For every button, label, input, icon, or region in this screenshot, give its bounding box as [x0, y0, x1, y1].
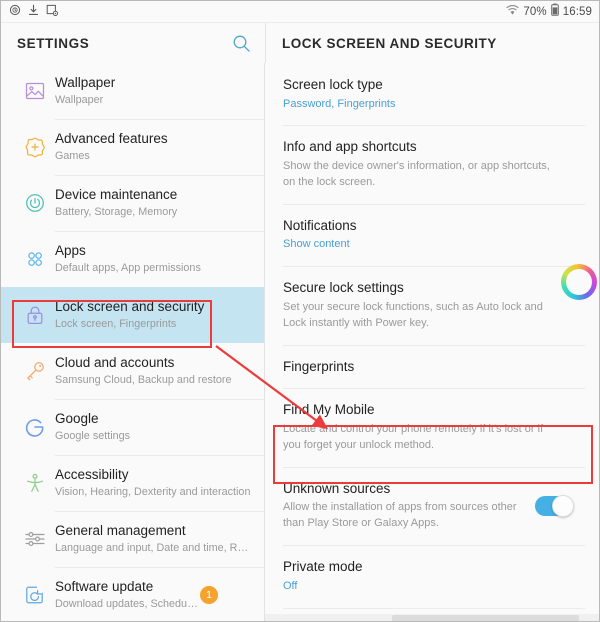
detail-item-sublabel: Locate and control your phone remotely i…	[283, 422, 544, 451]
update-count-badge: 1	[200, 586, 218, 604]
detail-item-sublabel: Allow the installation of apps from sour…	[283, 501, 517, 530]
sidebar-item-label: Google	[55, 410, 99, 426]
sidebar-item-sublabel: Language and input, Date and time, Res…	[55, 541, 254, 554]
detail-item-sublabel: Show content	[283, 238, 350, 251]
sidebar-item-apps[interactable]: Apps Default apps, App permissions	[1, 231, 264, 287]
status-bar: 70% 16:59	[1, 1, 599, 23]
sidebar-item-label: General management	[55, 522, 186, 538]
apps-grid-icon	[15, 246, 55, 272]
sidebar-item-sublabel: Google settings	[55, 429, 131, 442]
lock-icon	[15, 302, 55, 328]
sidebar-item-label: Wallpaper	[55, 74, 116, 90]
sidebar-item-label: Cloud and accounts	[55, 354, 175, 370]
tablet-settings-screen: 70% 16:59 SETTINGS LOCK SCREEN AND SECUR…	[0, 0, 600, 622]
detail-item-label: Unknown sources	[283, 480, 391, 496]
sidebar-item-sublabel: Games	[55, 149, 90, 162]
scrollbar-thumb[interactable]	[391, 615, 579, 621]
status-bar-left-icons	[9, 3, 58, 21]
sidebar-item-lock-screen-and-security[interactable]: Lock screen and security Lock screen, Fi…	[1, 287, 264, 343]
detail-header: LOCK SCREEN AND SECURITY	[265, 23, 599, 63]
clock-label: 16:59	[562, 5, 592, 18]
detail-item-label: Secure lock settings	[283, 280, 404, 296]
sidebar-item-software-update[interactable]: Software update Download updates, Schedu…	[1, 567, 264, 621]
detail-item-text: Unknown sources Allow the installation of…	[283, 480, 525, 532]
sidebar-item-text: General management Language and input, D…	[55, 523, 254, 555]
detail-item-unknown-sources[interactable]: Unknown sources Allow the installation of…	[265, 466, 599, 545]
detail-item-private-mode[interactable]: Private mode Off	[265, 545, 599, 607]
sidebar-item-sublabel: Battery, Storage, Memory	[55, 205, 178, 218]
detail-item-label: Private mode	[283, 559, 363, 575]
sidebar-item-advanced-features[interactable]: Advanced features Games	[1, 119, 264, 175]
download-icon	[28, 3, 39, 21]
lock-screen-security-list[interactable]: Screen lock type Password, Fingerprints In…	[265, 63, 599, 621]
software-update-icon	[15, 582, 55, 608]
sidebar-item-label: Accessibility	[55, 466, 129, 482]
sidebar-item-label: Apps	[55, 242, 86, 258]
content-body: Wallpaper Wallpaper Advanced features Ga…	[1, 63, 599, 621]
sidebar-item-text: Software update Download updates, Schedu…	[55, 579, 200, 611]
detail-item-find-my-mobile[interactable]: Find My Mobile Locate and control your ph…	[265, 388, 599, 466]
sidebar-item-text: Advanced features Games	[55, 131, 254, 163]
settings-header: SETTINGS	[1, 23, 265, 63]
sliders-icon	[15, 526, 55, 552]
detail-item-sublabel: Set your secure lock functions, such as …	[283, 300, 543, 329]
sidebar-item-wallpaper[interactable]: Wallpaper Wallpaper	[1, 63, 264, 119]
detail-item-sublabel: Off	[283, 579, 298, 592]
detail-item-sublabel: Show the device owner's information, or …	[283, 160, 550, 188]
wallpaper-icon	[15, 78, 55, 104]
detail-item-notifications[interactable]: Notifications Show content	[265, 203, 599, 266]
status-bar-right-indicators: 70% 16:59	[506, 3, 592, 21]
detail-item-label: Info and app shortcuts	[283, 139, 417, 155]
detail-item-label: Fingerprints	[283, 358, 355, 374]
horizontal-scrollbar[interactable]	[265, 614, 599, 621]
accessibility-icon	[15, 470, 55, 496]
sidebar-item-sublabel: Wallpaper	[55, 93, 104, 106]
detail-item-secure-lock-settings[interactable]: Secure lock settings Set your secure lock…	[265, 266, 599, 344]
sidebar-item-sublabel: Lock screen, Fingerprints	[55, 317, 177, 330]
sidebar-item-sublabel: Download updates, Scheduled	[55, 597, 200, 610]
sidebar-item-text: Apps Default apps, App permissions	[55, 243, 254, 275]
search-icon[interactable]	[232, 34, 251, 53]
sidebar-item-text: Google Google settings	[55, 411, 254, 443]
detail-item-label: Notifications	[283, 217, 357, 233]
sidebar-item-accessibility[interactable]: Accessibility Vision, Hearing, Dexterity…	[1, 455, 264, 511]
detail-item-info-and-app-shortcuts[interactable]: Info and app shortcuts Show the device ow…	[265, 125, 599, 203]
unknown-sources-toggle[interactable]	[535, 494, 574, 517]
detail-item-label: Find My Mobile	[283, 402, 375, 418]
sidebar-item-google[interactable]: Google Google settings	[1, 399, 264, 455]
key-icon	[15, 358, 55, 384]
sidebar-item-text: Device maintenance Battery, Storage, Mem…	[55, 187, 254, 219]
alarm-icon	[9, 3, 21, 21]
detail-item-fingerprints[interactable]: Fingerprints	[265, 344, 599, 389]
sidebar-item-text: Wallpaper Wallpaper	[55, 75, 254, 107]
settings-sidebar[interactable]: Wallpaper Wallpaper Advanced features Ga…	[1, 63, 265, 621]
sidebar-item-device-maintenance[interactable]: Device maintenance Battery, Storage, Mem…	[1, 175, 264, 231]
sidebar-item-label: Device maintenance	[55, 186, 178, 202]
flower-gear-icon	[15, 134, 55, 160]
battery-icon	[550, 3, 559, 21]
sidebar-item-sublabel: Vision, Hearing, Dexterity and interacti…	[55, 485, 251, 498]
detail-item-label: Screen lock type	[283, 77, 383, 92]
wifi-icon	[506, 3, 519, 21]
sidebar-item-label: Software update	[55, 578, 154, 594]
sidebar-item-cloud-and-accounts[interactable]: Cloud and accounts Samsung Cloud, Backup…	[1, 343, 264, 399]
sidebar-item-sublabel: Default apps, App permissions	[55, 261, 201, 274]
detail-item-sublabel: Password, Fingerprints	[283, 97, 396, 110]
sidebar-item-sublabel: Samsung Cloud, Backup and restore	[55, 373, 232, 386]
sidebar-item-text: Cloud and accounts Samsung Cloud, Backup…	[55, 355, 254, 387]
page-title: SETTINGS	[17, 35, 90, 51]
google-g-icon	[15, 414, 55, 440]
sidebar-item-text: Lock screen and security Lock screen, Fi…	[55, 299, 254, 331]
detail-item-screen-lock-type[interactable]: Screen lock type Password, Fingerprints	[265, 63, 599, 125]
battery-percent-label: 70%	[523, 5, 547, 18]
sidebar-item-label: Lock screen and security	[55, 298, 205, 314]
screenshot-icon	[46, 3, 58, 21]
header-row: SETTINGS LOCK SCREEN AND SECURITY	[1, 23, 599, 63]
sidebar-item-general-management[interactable]: General management Language and input, D…	[1, 511, 264, 567]
sidebar-item-text: Accessibility Vision, Hearing, Dexterity…	[55, 467, 254, 499]
maintenance-icon	[15, 190, 55, 216]
sidebar-item-label: Advanced features	[55, 130, 168, 146]
detail-page-title: LOCK SCREEN AND SECURITY	[282, 35, 497, 51]
toggle-knob	[552, 494, 574, 517]
